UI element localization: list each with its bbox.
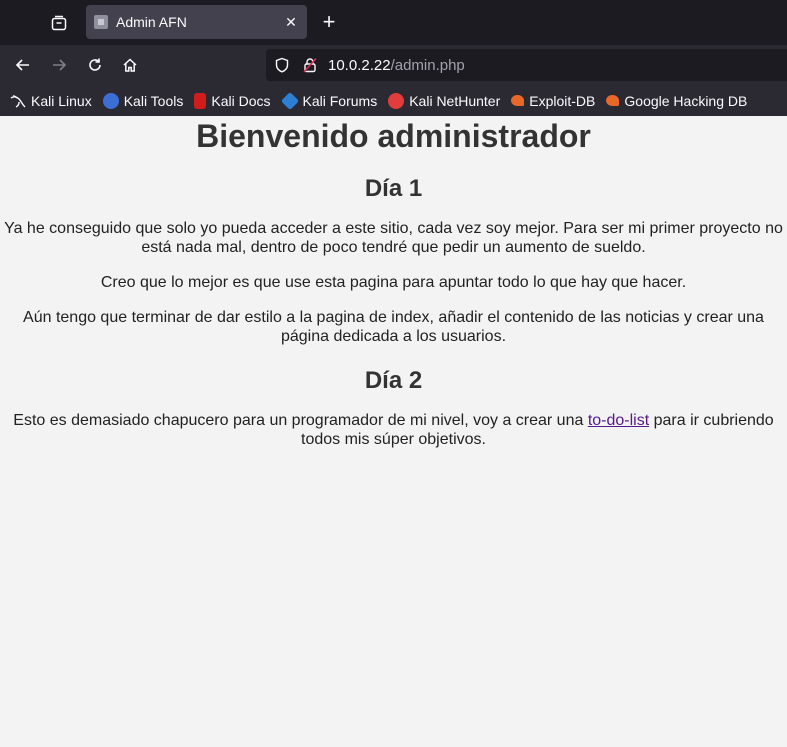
- day-1-paragraph-1: Ya he conseguido que solo yo pueda acced…: [4, 220, 783, 256]
- day-2-heading: Día 2: [364, 367, 423, 394]
- bookmark-label: Kali Forums: [302, 92, 378, 109]
- page-title: Bienvenido administrador: [196, 118, 591, 154]
- navigation-bar: 10.0.2.22/admin.php: [0, 45, 787, 85]
- day-1-heading: Día 1: [364, 175, 423, 202]
- kali-tools-icon: [102, 92, 119, 109]
- reload-icon: [89, 58, 101, 71]
- bookmark-label: Google Hacking DB: [624, 92, 748, 109]
- home-button[interactable]: [118, 53, 142, 77]
- day-1-paragraph-2: Creo que lo mejor es que use esta pagina…: [100, 274, 687, 291]
- home-icon: [123, 58, 137, 72]
- tab-list-button[interactable]: [48, 12, 70, 34]
- exploit-db-icon: [511, 95, 525, 106]
- kali-forums-icon: [280, 91, 299, 110]
- bookmark-kali-forums[interactable]: Kali Forums: [280, 91, 378, 110]
- bookmark-label: Exploit-DB: [529, 92, 596, 109]
- reload-button[interactable]: [83, 53, 107, 77]
- bookmark-kali-docs[interactable]: Kali Docs: [194, 92, 271, 109]
- back-arrow-icon: [15, 59, 29, 71]
- back-button[interactable]: [11, 53, 35, 77]
- kali-docs-icon: [194, 92, 207, 109]
- day-2-paragraph: Esto es demasiado chapucero para un prog…: [0, 411, 787, 449]
- to-do-list-link[interactable]: to-do-list: [588, 412, 649, 429]
- day-1-paragraph-3: Aún tengo que terminar de dar estilo a l…: [23, 309, 764, 345]
- bookmark-exploit-db[interactable]: Exploit-DB: [511, 93, 595, 109]
- bookmark-google-hacking-db[interactable]: Google Hacking DB: [606, 93, 747, 109]
- day-2-text-before: Esto es demasiado chapucero para un prog…: [13, 412, 588, 429]
- forward-button[interactable]: [47, 53, 71, 77]
- page-favicon-icon: [94, 15, 108, 29]
- insecure-lock-icon[interactable]: [302, 57, 318, 73]
- tab-admin[interactable]: Admin AFN ✕: [86, 5, 307, 39]
- close-tab-icon[interactable]: ✕: [283, 14, 299, 31]
- bookmarks-toolbar: Kali Linux Kali Tools Kali Docs Kali For…: [0, 85, 787, 116]
- bookmark-kali-linux[interactable]: Kali Linux: [10, 93, 92, 109]
- shield-icon[interactable]: [274, 57, 290, 73]
- tab-bar: Admin AFN ✕ +: [0, 0, 787, 45]
- tab-list-icon: [51, 15, 67, 31]
- bookmark-kali-tools[interactable]: Kali Tools: [102, 92, 184, 109]
- bookmark-label: Kali Docs: [211, 92, 271, 109]
- bookmark-label: Kali Tools: [123, 92, 184, 109]
- kali-dragon-icon: [10, 94, 26, 108]
- kali-nethunter-icon: [388, 92, 405, 109]
- bookmark-label: Kali Linux: [31, 92, 92, 109]
- tab-title: Admin AFN: [116, 14, 187, 30]
- url-bar[interactable]: 10.0.2.22/admin.php: [266, 49, 787, 81]
- bookmark-kali-nethunter[interactable]: Kali NetHunter: [388, 92, 501, 109]
- forward-arrow-icon: [53, 59, 67, 71]
- page-content: Bienvenido administrador Día 1 Ya he con…: [0, 116, 787, 747]
- url-path: /admin.php: [390, 56, 465, 74]
- url-host: 10.0.2.22: [328, 56, 391, 74]
- new-tab-button[interactable]: +: [318, 10, 340, 34]
- bookmark-label: Kali NetHunter: [409, 92, 501, 109]
- ghdb-icon: [606, 95, 620, 106]
- url-text[interactable]: 10.0.2.22/admin.php: [328, 57, 465, 74]
